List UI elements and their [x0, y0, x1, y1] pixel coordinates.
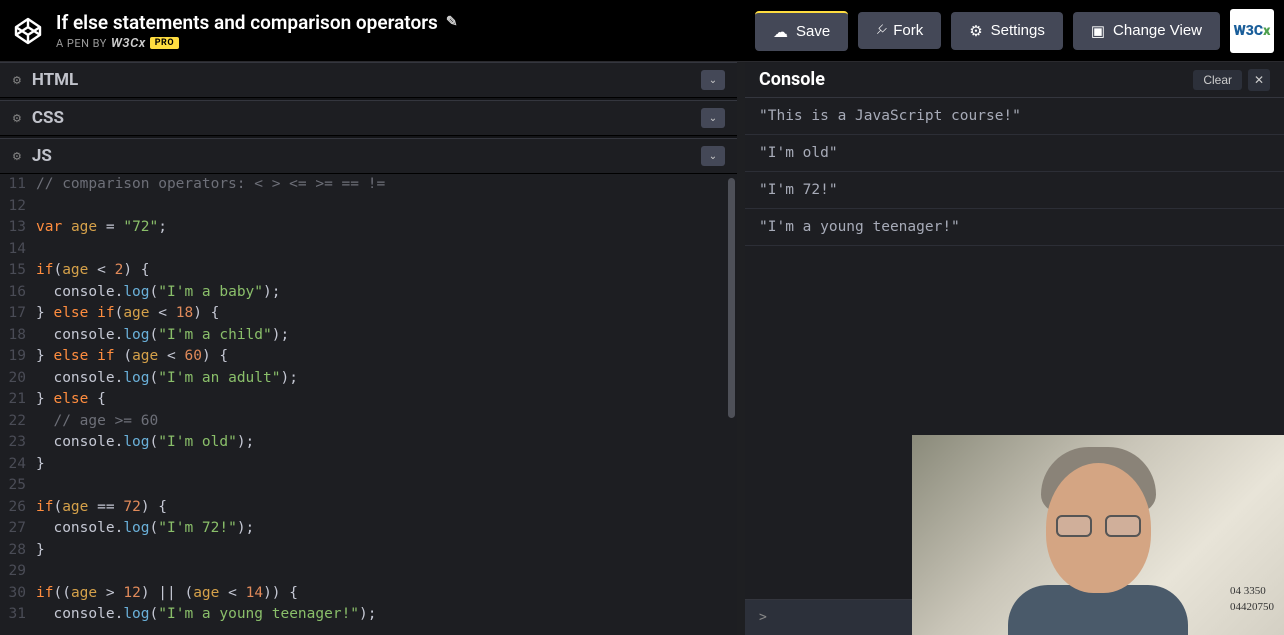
header-buttons: ☁ Save ⑂ Fork ⚙ Settings ▣ Change View W… — [755, 9, 1274, 53]
console-title: Console — [759, 69, 1193, 90]
js-panel-title: JS — [32, 146, 701, 166]
author-link[interactable]: W3Cx — [111, 36, 146, 51]
gear-icon[interactable]: ⚙ — [12, 150, 22, 163]
html-panel-title: HTML — [32, 70, 701, 90]
settings-button[interactable]: ⚙ Settings — [951, 12, 1063, 50]
chevron-down-icon[interactable]: ⌄ — [701, 108, 725, 128]
whiteboard: 04 335004420750 — [1230, 584, 1274, 615]
gear-icon: ⚙ — [969, 22, 982, 40]
fork-button[interactable]: ⑂ Fork — [858, 12, 941, 49]
console-line: "I'm 72!" — [745, 172, 1284, 209]
console-line: "I'm old" — [745, 135, 1284, 172]
js-editor[interactable]: 11 12 13 14 15 16 17 18 19 20 21 22 23 2… — [0, 174, 737, 635]
fork-icon: ⑂ — [871, 21, 889, 39]
css-panel-header[interactable]: ⚙ CSS ⌄ — [0, 100, 737, 136]
presenter — [1018, 435, 1178, 635]
pro-badge: PRO — [150, 37, 179, 49]
prompt-icon: > — [759, 610, 767, 625]
cloud-icon: ☁ — [773, 23, 788, 41]
pen-title[interactable]: If else statements and comparison operat… — [56, 11, 755, 34]
close-icon[interactable]: ✕ — [1248, 69, 1270, 91]
title-block: If else statements and comparison operat… — [56, 11, 755, 51]
save-button[interactable]: ☁ Save — [755, 11, 848, 51]
js-panel-header[interactable]: ⚙ JS ⌄ — [0, 138, 737, 174]
clear-button[interactable]: Clear — [1193, 70, 1242, 90]
gear-icon[interactable]: ⚙ — [12, 74, 22, 87]
edit-icon[interactable]: ✎ — [446, 14, 458, 30]
console-line: "This is a JavaScript course!" — [745, 98, 1284, 135]
header: If else statements and comparison operat… — [0, 0, 1284, 62]
console-line: "I'm a young teenager!" — [745, 209, 1284, 246]
change-view-button[interactable]: ▣ Change View — [1073, 12, 1220, 50]
css-panel-title: CSS — [32, 108, 701, 128]
w3c-logo[interactable]: W3Cx — [1230, 9, 1274, 53]
chevron-down-icon[interactable]: ⌄ — [701, 146, 725, 166]
code-content[interactable]: // comparison operators: < > <= >= == !=… — [32, 174, 737, 635]
layout-icon: ▣ — [1091, 22, 1105, 40]
gear-icon[interactable]: ⚙ — [12, 112, 22, 125]
line-gutter: 11 12 13 14 15 16 17 18 19 20 21 22 23 2… — [0, 174, 32, 635]
editors-column: ⚙ HTML ⌄ ⚙ CSS ⌄ ⚙ JS ⌄ 11 12 13 14 15 1… — [0, 62, 745, 635]
codepen-logo-icon[interactable] — [10, 13, 46, 49]
console-header: Console Clear ✕ — [745, 62, 1284, 98]
chevron-down-icon[interactable]: ⌄ — [701, 70, 725, 90]
webcam-overlay: 04 335004420750 — [912, 435, 1284, 635]
pen-subtitle: A PEN BY W3Cx PRO — [56, 36, 755, 51]
html-panel-header[interactable]: ⚙ HTML ⌄ — [0, 62, 737, 98]
scrollbar-thumb[interactable] — [728, 178, 735, 418]
